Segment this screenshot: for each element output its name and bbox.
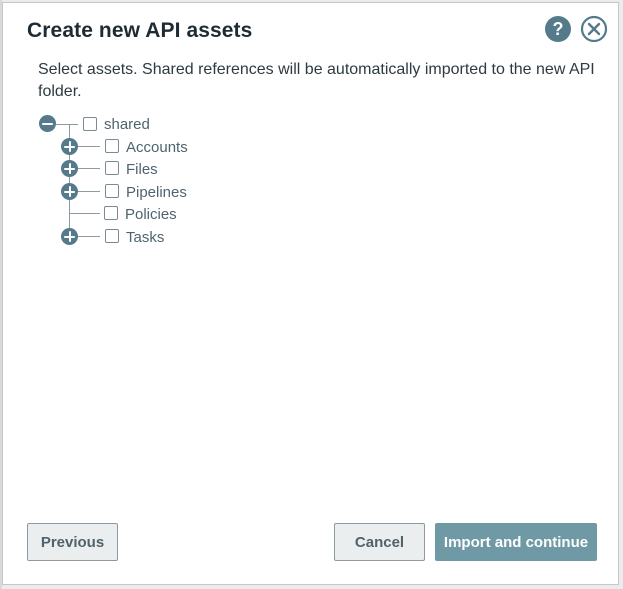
import-and-continue-button[interactable]: Import and continue <box>435 523 597 561</box>
tree-item-shared[interactable]: shared <box>104 116 150 133</box>
tree-item-pipelines[interactable]: Pipelines <box>126 184 187 201</box>
svg-text:?: ? <box>553 19 564 39</box>
expand-pipelines-icon[interactable] <box>61 183 78 200</box>
tree-connector <box>69 213 100 214</box>
dialog-title: Create new API assets <box>27 19 253 42</box>
tree-connector <box>78 236 100 237</box>
cancel-button[interactable]: Cancel <box>334 523 425 561</box>
previous-button[interactable]: Previous <box>27 523 118 561</box>
pipelines-checkbox[interactable] <box>105 184 119 198</box>
collapse-shared-icon[interactable] <box>39 115 56 132</box>
tree-item-files[interactable]: Files <box>126 161 158 178</box>
tree-item-policies[interactable]: Policies <box>125 206 177 223</box>
files-checkbox[interactable] <box>105 161 119 175</box>
tree-connector <box>78 146 100 147</box>
expand-accounts-icon[interactable] <box>61 138 78 155</box>
close-icon[interactable] <box>580 15 608 43</box>
create-api-assets-dialog: Create new API assets ? Select assets. S… <box>2 2 619 585</box>
shared-checkbox[interactable] <box>83 117 97 131</box>
tree-connector <box>78 168 100 169</box>
dialog-header-actions: ? <box>544 15 608 43</box>
accounts-checkbox[interactable] <box>105 139 119 153</box>
policies-checkbox[interactable] <box>104 206 118 220</box>
tree-item-tasks[interactable]: Tasks <box>126 229 164 246</box>
tree-item-accounts[interactable]: Accounts <box>126 139 188 156</box>
dialog-instructions: Select assets. Shared references will be… <box>38 61 595 100</box>
tasks-checkbox[interactable] <box>105 229 119 243</box>
expand-files-icon[interactable] <box>61 160 78 177</box>
expand-tasks-icon[interactable] <box>61 228 78 245</box>
help-icon[interactable]: ? <box>544 15 572 43</box>
tree-connector <box>56 124 78 125</box>
tree-connector <box>78 191 100 192</box>
